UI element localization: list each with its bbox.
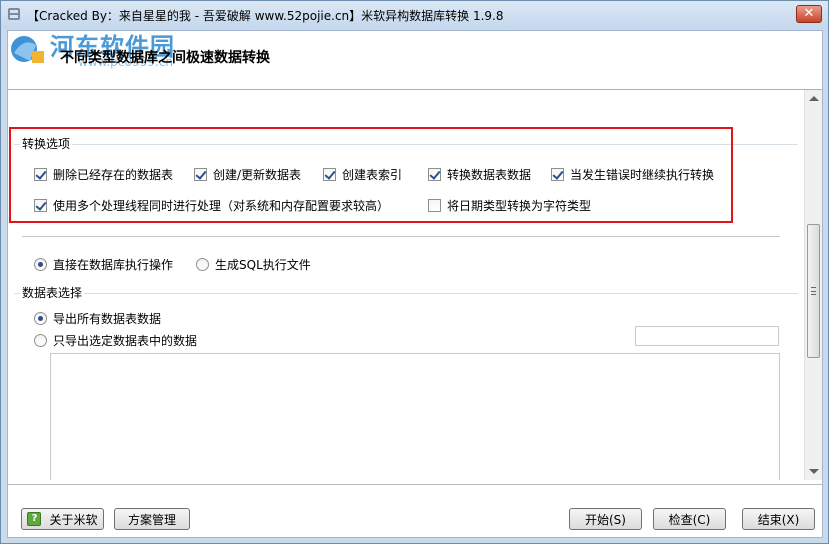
scroll-thumb[interactable]	[807, 224, 820, 358]
app-icon	[8, 8, 20, 20]
radio-export-all-label: 导出所有数据表数据	[53, 312, 162, 326]
page-title: 不同类型数据库之间极速数据转换	[60, 50, 270, 66]
settings-panel: 转换选项 删除已经存在的数据表 创建/更新数据表 创建表索引 转换数据表数据 当…	[8, 90, 803, 480]
close-button[interactable]: ✕	[796, 5, 822, 23]
finish-button-label: 结束(X)	[757, 512, 800, 527]
logo-icon	[11, 36, 44, 63]
app-window: 【Cracked By：来自星星的我 - 吾爱破解 www.52pojie.cn…	[0, 0, 829, 544]
header-banner: 河东软件园 www.pc0359.cn 不同类型数据库之间极速数据转换	[8, 31, 822, 89]
radio-export-selected-dot[interactable]	[34, 334, 47, 347]
check-button-label: 检查(C)	[668, 512, 711, 527]
footer-bar: ? 关于米软 方案管理 开始(S) 检查(C) 结束(X)	[8, 485, 822, 537]
radio-export-selected-label: 只导出选定数据表中的数据	[53, 334, 198, 348]
start-button-label: 开始(S)	[585, 512, 626, 527]
radio-sql-file[interactable]: 生成SQL执行文件	[196, 256, 311, 273]
vertical-scrollbar[interactable]	[804, 90, 822, 480]
title-bar[interactable]: 【Cracked By：来自星星的我 - 吾爱破解 www.52pojie.cn…	[1, 1, 828, 29]
radio-direct-db[interactable]: 直接在数据库执行操作	[34, 256, 173, 273]
highlight-annotation	[9, 127, 733, 223]
finish-button[interactable]: 结束(X)	[742, 508, 815, 530]
about-button[interactable]: ? 关于米软	[21, 508, 104, 530]
radio-direct-db-dot[interactable]	[34, 258, 47, 271]
check-button[interactable]: 检查(C)	[653, 508, 726, 530]
radio-export-selected[interactable]: 只导出选定数据表中的数据	[34, 332, 197, 349]
radio-sql-file-label: 生成SQL执行文件	[215, 258, 311, 272]
start-button[interactable]: 开始(S)	[569, 508, 642, 530]
tables-group-title: 数据表选择	[20, 284, 85, 301]
client-area: 河东软件园 www.pc0359.cn 不同类型数据库之间极速数据转换 转换选项…	[7, 30, 823, 538]
radio-export-all-dot[interactable]	[34, 312, 47, 325]
about-button-label: 关于米软	[49, 512, 98, 527]
radio-export-all[interactable]: 导出所有数据表数据	[34, 310, 161, 327]
plan-manage-button[interactable]: 方案管理	[114, 508, 190, 530]
window-title: 【Cracked By：来自星星的我 - 吾爱破解 www.52pojie.cn…	[27, 9, 504, 23]
table-list[interactable]	[50, 353, 780, 480]
options-separator	[22, 236, 780, 237]
grip-icon	[811, 287, 816, 295]
plan-manage-button-label: 方案管理	[127, 512, 176, 527]
scroll-down-icon[interactable]	[809, 469, 819, 474]
scroll-up-icon[interactable]	[809, 96, 819, 101]
radio-sql-file-dot[interactable]	[196, 258, 209, 271]
help-icon: ?	[27, 512, 42, 526]
table-filter-input[interactable]	[635, 326, 779, 346]
radio-direct-db-label: 直接在数据库执行操作	[53, 258, 174, 272]
tables-group-line	[14, 293, 798, 294]
